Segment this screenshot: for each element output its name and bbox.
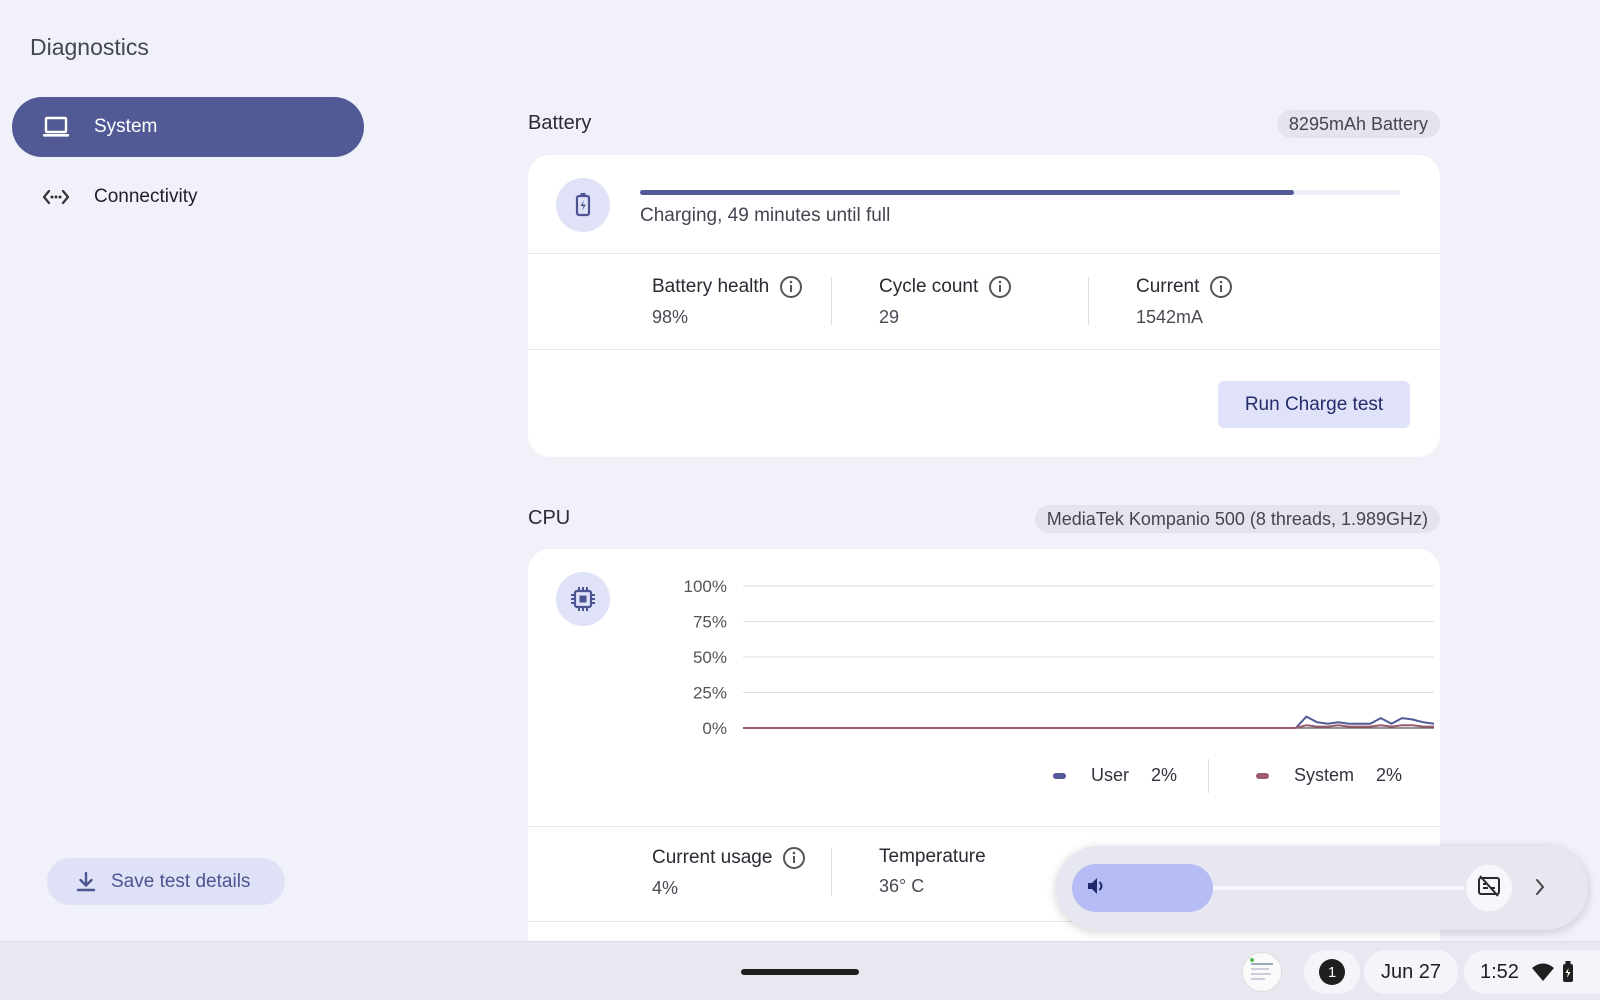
legend-user: User 2% <box>1053 765 1177 786</box>
volume-popup <box>1056 846 1588 930</box>
sidebar-item-connectivity[interactable]: Connectivity <box>12 167 364 227</box>
y-tick-label: 100% <box>684 577 727 596</box>
metric-label: Cycle count <box>879 276 979 297</box>
legend-separator <box>1208 759 1209 793</box>
sidebar-item-label: Connectivity <box>94 186 198 207</box>
metric-value: 4% <box>652 878 679 898</box>
date-tray[interactable]: Jun 27 <box>1364 950 1458 994</box>
cpu-model-chip: MediaTek Kompanio 500 (8 threads, 1.989G… <box>1034 505 1440 533</box>
legend-label: System <box>1294 765 1355 785</box>
temperature-metric: Temperature 36° C <box>879 846 986 897</box>
battery-charge-progress <box>640 190 1400 195</box>
home-handle[interactable] <box>741 969 859 975</box>
current-usage-metric: Current usage 4% <box>652 846 806 899</box>
metric-separator <box>1088 277 1089 325</box>
battery-capacity-chip: 8295mAh Battery <box>1276 110 1440 138</box>
metric-label: Current <box>1136 276 1200 297</box>
info-icon[interactable] <box>782 846 806 870</box>
battery-divider-1 <box>528 253 1440 254</box>
volume-slider[interactable] <box>1072 864 1464 912</box>
battery-icon <box>1561 960 1575 984</box>
y-tick-label: 25% <box>693 684 727 703</box>
metric-label: Temperature <box>879 846 986 867</box>
battery-charging-icon <box>556 178 610 232</box>
volume-level <box>1072 864 1214 912</box>
metric-separator <box>831 848 832 896</box>
legend-value: 2% <box>1151 765 1178 785</box>
status-area[interactable]: 1:52 <box>1464 950 1600 994</box>
legend-label: User <box>1091 765 1130 785</box>
metric-value: 1542mA <box>1136 307 1204 327</box>
metric-value: 36° C <box>879 876 925 896</box>
connectivity-icon <box>42 183 70 211</box>
y-tick-label: 75% <box>693 613 727 632</box>
cycle-count-metric: Cycle count 29 <box>879 275 1012 328</box>
y-tick-label: 50% <box>693 648 727 667</box>
sidebar-item-system[interactable]: System <box>12 97 364 157</box>
metric-value: 98% <box>652 307 689 327</box>
sidebar-item-label: System <box>94 116 158 137</box>
battery-card: Charging, 49 minutes until full Battery … <box>528 155 1440 457</box>
info-icon[interactable] <box>1209 275 1233 299</box>
cpu-divider-1 <box>528 826 1440 827</box>
legend-system: System 2% <box>1256 765 1402 786</box>
laptop-icon <box>42 113 70 141</box>
cpu-section-title: CPU <box>528 507 571 529</box>
battery-health-metric: Battery health 98% <box>652 275 803 328</box>
download-icon <box>75 871 97 893</box>
caption-off-icon <box>1477 874 1501 902</box>
notification-count: 1 <box>1319 959 1345 985</box>
y-tick-label: 0% <box>702 719 727 738</box>
current-metric: Current 1542mA <box>1136 275 1233 328</box>
clock: 1:52 <box>1480 960 1519 983</box>
metric-label: Battery health <box>652 276 770 297</box>
cpu-chip-icon <box>556 572 610 626</box>
run-charge-test-button[interactable]: Run Charge test <box>1218 381 1410 428</box>
info-icon[interactable] <box>988 275 1012 299</box>
metric-label: Current usage <box>652 847 773 868</box>
legend-swatch-user <box>1053 772 1066 779</box>
wifi-icon <box>1531 962 1555 982</box>
notification-counter[interactable]: 1 <box>1304 950 1360 994</box>
live-caption-off-button[interactable] <box>1466 865 1512 911</box>
legend-swatch-system <box>1256 772 1269 779</box>
battery-section-title: Battery <box>528 112 592 134</box>
battery-charge-fill <box>640 190 1294 195</box>
legend-value: 2% <box>1376 765 1403 785</box>
system-shelf: 1 Jun 27 1:52 <box>0 941 1600 1000</box>
save-test-details-button[interactable]: Save test details <box>47 858 285 905</box>
cpu-usage-chart: 100% 75% 50% 25% 0% <box>684 577 1435 738</box>
speaker-icon <box>1086 876 1108 901</box>
info-icon[interactable] <box>779 275 803 299</box>
battery-status-text: Charging, 49 minutes until full <box>640 205 891 226</box>
save-button-label: Save test details <box>111 870 251 892</box>
metric-separator <box>831 277 832 325</box>
app-title: Diagnostics <box>30 34 149 60</box>
window-thumbnail[interactable] <box>1242 952 1282 992</box>
metric-value: 29 <box>879 307 900 327</box>
chevron-right-icon[interactable] <box>1534 876 1546 898</box>
